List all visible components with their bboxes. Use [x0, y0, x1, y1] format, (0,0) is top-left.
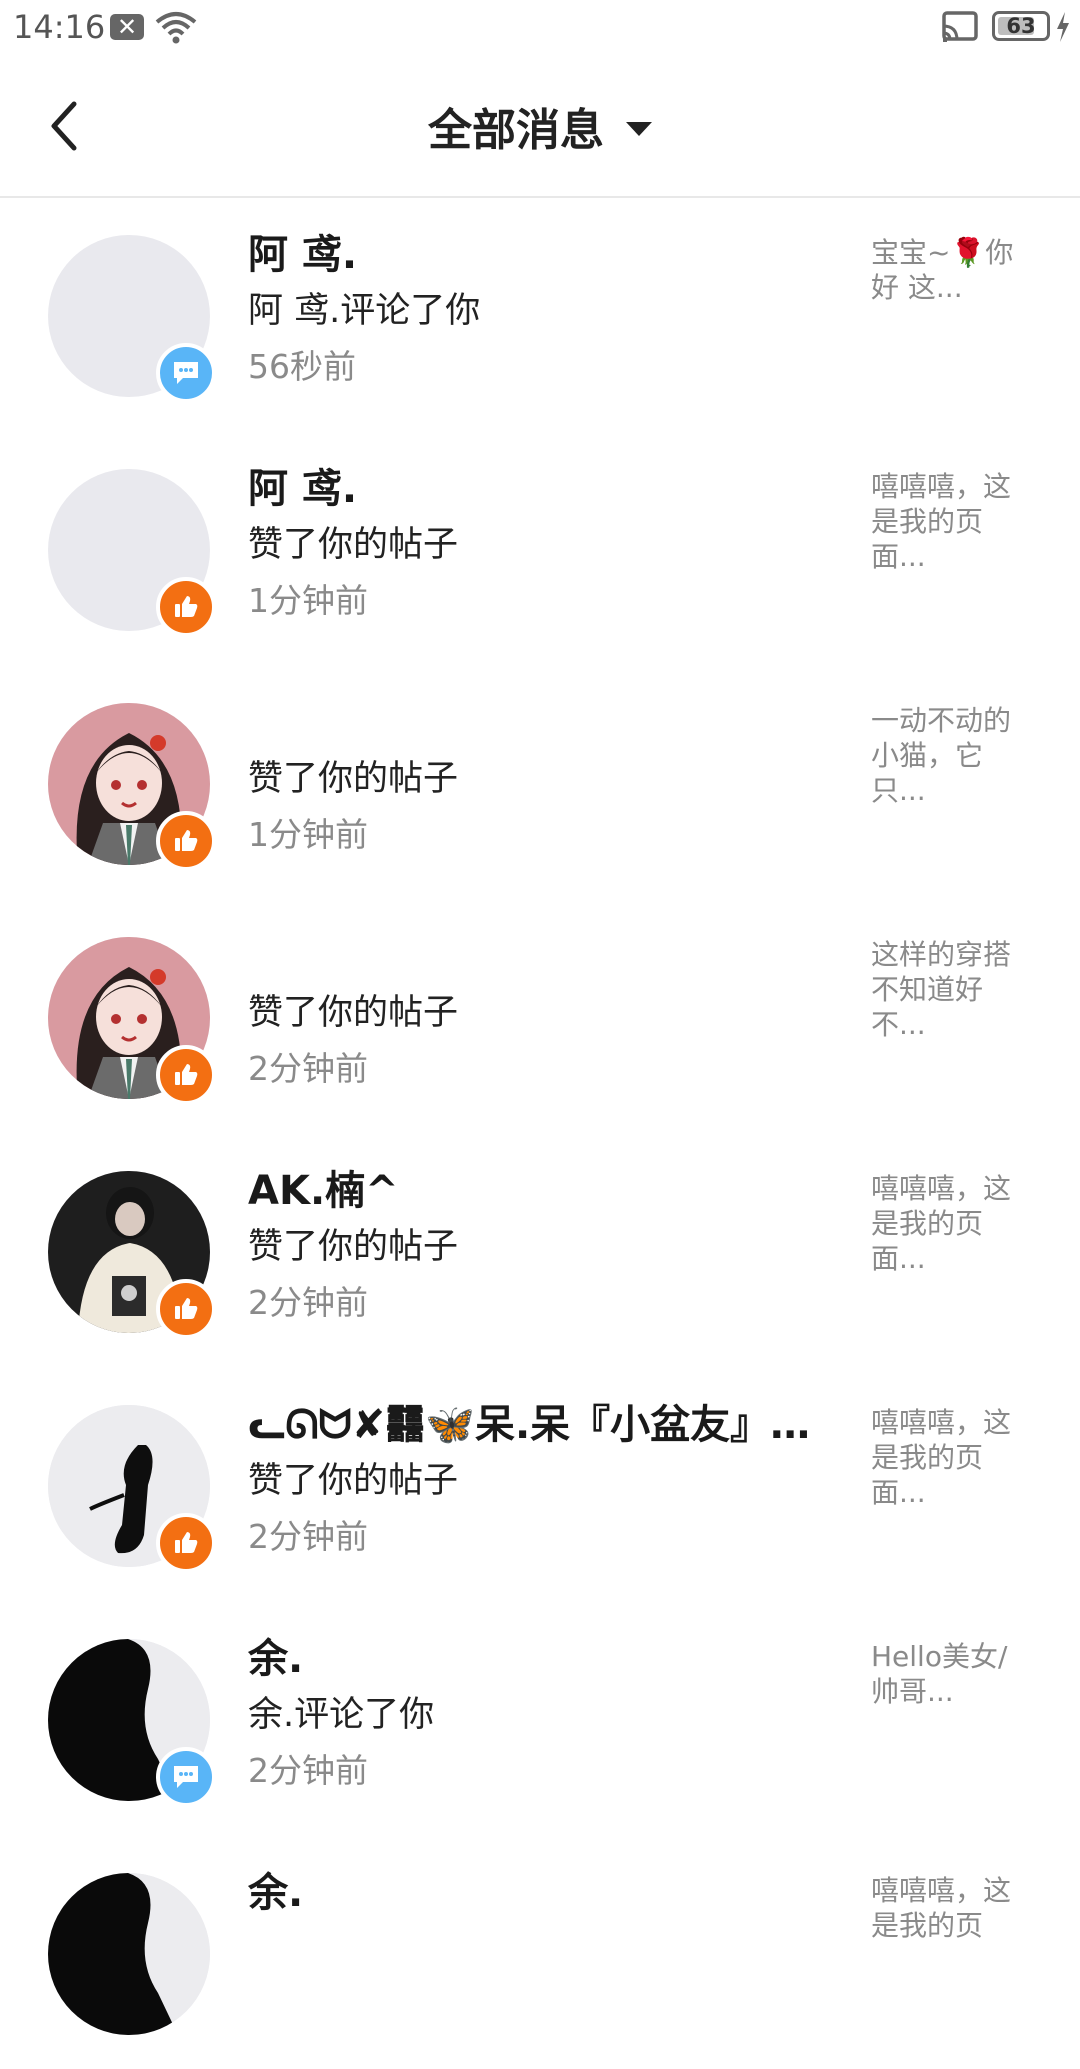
- message-content: 余. 余.评论了你 2分钟前: [248, 1631, 818, 1799]
- thumbs-up-icon: [156, 577, 216, 637]
- message-content: 阿 鸢. 赞了你的帖子 1分钟前: [248, 461, 818, 629]
- comment-icon: [156, 1747, 216, 1807]
- message-list: 阿 鸢. 阿 鸢.评论了你 56秒前 宝宝~🌹你好 这... 阿 鸢. 赞了你的帖子 1分钟…: [0, 197, 1080, 2069]
- user-name[interactable]: 阿 鸢.: [248, 461, 818, 517]
- message-action: 余.评论了你: [248, 1695, 435, 1735]
- message-content: 阿 鸢. 阿 鸢.评论了你 56秒前: [248, 227, 818, 395]
- message-time: [248, 1977, 818, 2033]
- message-time: 2分钟前: [248, 1283, 368, 1322]
- thumbs-up-icon: [156, 811, 216, 871]
- battery-icon: 63: [992, 11, 1050, 41]
- thumbs-up-icon: [156, 1513, 216, 1573]
- title-dropdown[interactable]: 全部消息: [0, 56, 1080, 196]
- status-time: 14:16: [13, 8, 106, 46]
- user-name[interactable]: 阿 鸢.: [248, 227, 818, 283]
- message-action: [248, 1921, 818, 1977]
- thumbs-up-icon: [156, 1045, 216, 1105]
- post-preview[interactable]: 宝宝~🌹你好 这...: [871, 235, 1031, 305]
- message-item[interactable]: 阿 鸢. 赞了你的帖子 1分钟前 嘻嘻嘻，这是我的页面...: [0, 431, 1080, 665]
- post-preview[interactable]: 嘻嘻嘻，这是我的页面...: [871, 1405, 1031, 1510]
- thumbs-up-icon: [156, 1279, 216, 1339]
- caret-down-icon: [626, 122, 652, 136]
- message-item[interactable]: 赞了你的帖子 2分钟前 这样的穿搭不知道好不...: [0, 899, 1080, 1133]
- message-content: 余.: [248, 1865, 818, 2033]
- notification-close-icon: ✕: [110, 14, 144, 40]
- message-time: 1分钟前: [248, 815, 368, 854]
- user-name[interactable]: AK.楠^: [248, 1163, 818, 1219]
- message-item[interactable]: 余. 嘻嘻嘻，这是我的页: [0, 1835, 1080, 2069]
- charging-icon: [1057, 12, 1069, 42]
- message-time: 2分钟前: [248, 1751, 368, 1790]
- post-preview[interactable]: 一动不动的小猫，它只...: [871, 703, 1031, 808]
- user-name[interactable]: [248, 695, 818, 751]
- message-action: 赞了你的帖子: [248, 1461, 459, 1501]
- user-name[interactable]: ᓚᘏᗢ✘䨻🦋呆.呆『小盆友』囍...: [248, 1397, 818, 1453]
- message-item[interactable]: 余. 余.评论了你 2分钟前 Hello美女/帅哥...: [0, 1601, 1080, 1835]
- message-action: 阿 鸢.评论了你: [248, 291, 481, 331]
- message-time: 1分钟前: [248, 581, 368, 620]
- message-content: 赞了你的帖子 2分钟前: [248, 929, 818, 1097]
- message-action: 赞了你的帖子: [248, 1227, 459, 1267]
- message-time: 2分钟前: [248, 1517, 368, 1556]
- cast-icon: [942, 11, 978, 42]
- message-item[interactable]: 阿 鸢. 阿 鸢.评论了你 56秒前 宝宝~🌹你好 这...: [0, 197, 1080, 431]
- post-preview[interactable]: 嘻嘻嘻，这是我的页: [871, 1873, 1031, 1943]
- message-item[interactable]: AK.楠^ 赞了你的帖子 2分钟前 嘻嘻嘻，这是我的页面...: [0, 1133, 1080, 1367]
- user-name[interactable]: 余.: [248, 1631, 818, 1687]
- message-time: 56秒前: [248, 347, 356, 386]
- message-content: 赞了你的帖子 1分钟前: [248, 695, 818, 863]
- message-content: AK.楠^ 赞了你的帖子 2分钟前: [248, 1163, 818, 1331]
- wifi-icon: [155, 12, 197, 44]
- message-item[interactable]: 赞了你的帖子 1分钟前 一动不动的小猫，它只...: [0, 665, 1080, 899]
- message-time: 2分钟前: [248, 1049, 368, 1088]
- status-bar: 14:16 ✕ 63: [0, 0, 1080, 56]
- header: 全部消息: [0, 56, 1080, 198]
- avatar[interactable]: [48, 1873, 210, 2035]
- user-name[interactable]: 余.: [248, 1865, 818, 1921]
- message-content: ᓚᘏᗢ✘䨻🦋呆.呆『小盆友』囍... 赞了你的帖子 2分钟前: [248, 1397, 818, 1565]
- post-preview[interactable]: 嘻嘻嘻，这是我的页面...: [871, 1171, 1031, 1276]
- message-item[interactable]: ᓚᘏᗢ✘䨻🦋呆.呆『小盆友』囍... 赞了你的帖子 2分钟前 嘻嘻嘻，这是我的页面..…: [0, 1367, 1080, 1601]
- message-action: 赞了你的帖子: [248, 525, 459, 565]
- post-preview[interactable]: 这样的穿搭不知道好不...: [871, 937, 1031, 1042]
- message-action: 赞了你的帖子: [248, 993, 459, 1033]
- post-preview[interactable]: 嘻嘻嘻，这是我的页面...: [871, 469, 1031, 574]
- comment-icon: [156, 343, 216, 403]
- user-name[interactable]: [248, 929, 818, 985]
- page-title: 全部消息: [428, 105, 604, 156]
- battery-level: 63: [1006, 14, 1036, 38]
- message-action: 赞了你的帖子: [248, 759, 459, 799]
- post-preview[interactable]: Hello美女/帅哥...: [871, 1639, 1031, 1709]
